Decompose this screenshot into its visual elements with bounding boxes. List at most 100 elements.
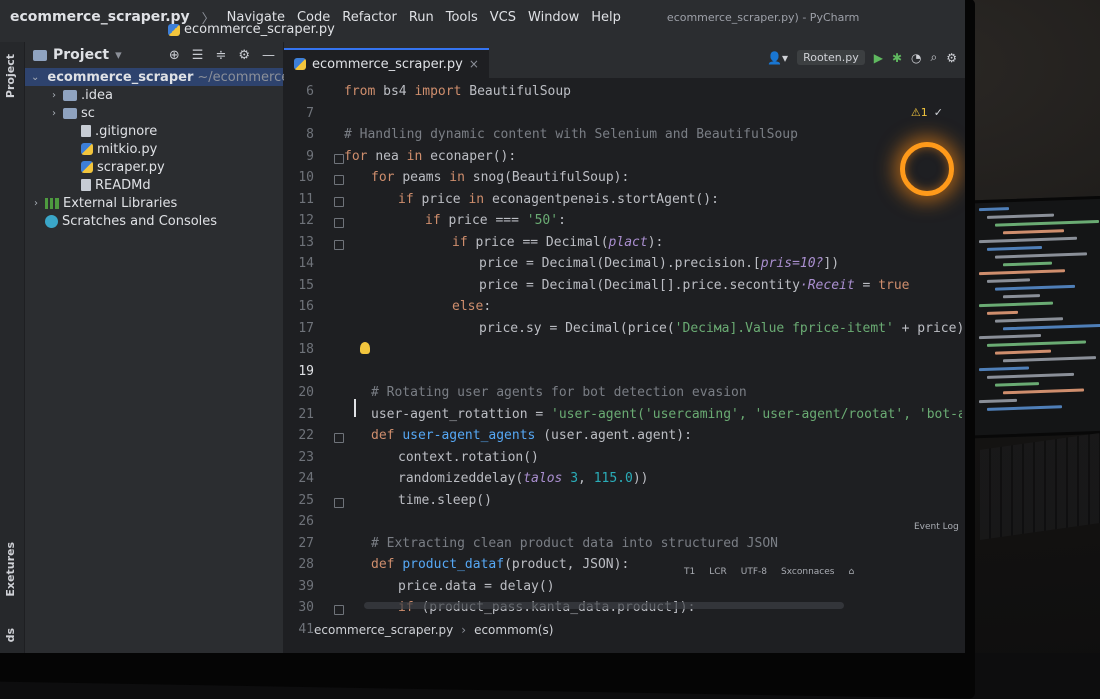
secondary-code-line [987, 213, 1054, 219]
code-token: price.sy = Decimal(price( [479, 320, 675, 336]
tree-item[interactable]: ⌄ ecommerce_scraper ~/ecommerce_ [25, 68, 296, 86]
line-number[interactable]: 20 [290, 385, 314, 400]
line-number[interactable]: 22 [290, 428, 314, 443]
status-item[interactable]: Sxconnaces [781, 567, 834, 577]
expand-all-icon[interactable]: ☰ [192, 48, 204, 63]
tree-item-label: .gitignore [95, 123, 158, 139]
line-number[interactable]: 9 [290, 149, 314, 164]
run-icon[interactable]: ▶ [874, 51, 883, 65]
chevron-down-icon[interactable]: ▾ [115, 48, 122, 63]
status-item[interactable]: ⌂ [848, 567, 854, 577]
tab-ecommerce-scraper[interactable]: ecommerce_scraper.py × [284, 48, 489, 78]
line-number[interactable]: 27 [290, 536, 314, 551]
code-line: if price in econagentpenəis.stortAgent()… [398, 192, 719, 207]
nav-breadcrumb-file[interactable]: ecommerce_scraper.py [184, 22, 335, 37]
search-icon[interactable]: ⌕ [931, 50, 938, 65]
lightbulb-icon[interactable] [360, 342, 370, 354]
settings-icon[interactable]: ⚙ [946, 51, 957, 65]
menu-help[interactable]: Help [591, 10, 621, 25]
line-number[interactable]: 25 [290, 493, 314, 508]
line-number[interactable]: 10 [290, 170, 314, 185]
code-token: talos [523, 471, 571, 486]
breadcrumb-separator: › [461, 623, 467, 637]
code-token: 'Deciмa].Value fprice-itemt' [674, 320, 894, 336]
code-token: ): [647, 234, 664, 250]
tree-item[interactable]: › External Libraries [25, 194, 283, 212]
tree-item[interactable]: READMd [25, 176, 283, 194]
horizontal-scrollbar[interactable] [364, 602, 844, 609]
line-number[interactable]: 7 [290, 106, 314, 121]
secondary-code-line [979, 366, 1029, 372]
line-number[interactable]: 24 [290, 471, 314, 486]
status-item[interactable]: UTF-8 [741, 567, 767, 577]
menu-tools[interactable]: Tools [446, 10, 478, 25]
tree-item[interactable]: › .idea [25, 86, 283, 104]
line-number[interactable]: 13 [290, 235, 314, 250]
code-line: if price == Decimal(plact): [452, 235, 663, 250]
tree-item[interactable]: Scratches and Consoles [25, 212, 283, 230]
collapse-all-icon[interactable]: ≑ [215, 48, 226, 63]
debug-icon[interactable]: ✱ [892, 51, 902, 65]
line-number[interactable]: 19 [290, 364, 314, 379]
secondary-monitor [968, 195, 1100, 439]
line-number[interactable]: 28 [290, 557, 314, 572]
status-item[interactable]: LCR [709, 567, 727, 577]
line-number[interactable]: 6 [290, 84, 314, 99]
line-number[interactable]: 16 [290, 299, 314, 314]
tool-tab-project[interactable]: Project [4, 54, 17, 98]
line-number[interactable]: 15 [290, 278, 314, 293]
menu-refactor[interactable]: Refactor [342, 10, 397, 25]
tool-tab-favorites[interactable]: ds [4, 628, 17, 642]
close-icon[interactable]: × [469, 57, 479, 71]
tree-item[interactable]: mitkio.py [25, 140, 283, 158]
tree-item[interactable]: scraper.py [25, 158, 283, 176]
code-area[interactable]: from bs4 import BeautifulSoup # Handling … [342, 78, 962, 618]
breadcrumb-file[interactable]: ecommerce_scraper.py [314, 623, 453, 637]
tree-item[interactable]: › sc [25, 104, 283, 122]
run-config-select[interactable]: Rooten.py [797, 50, 865, 65]
status-bar: T1 LCR UTF-8 Sxconnaces ⌂ [684, 562, 854, 582]
breadcrumb-scope[interactable]: ecommom(s) [474, 623, 553, 637]
chevron-icon[interactable]: › [31, 198, 41, 209]
tool-tab-structure[interactable]: Exetures [4, 542, 17, 597]
status-item[interactable]: T1 [684, 567, 695, 577]
code-token: user-agent_agents [402, 428, 544, 443]
chevron-icon[interactable]: › [49, 90, 59, 101]
line-number[interactable]: 11 [290, 192, 314, 207]
project-panel-title[interactable]: Project [53, 47, 109, 63]
secondary-code-line [1003, 323, 1100, 331]
secondary-code-line [1003, 294, 1040, 299]
event-log-link[interactable]: Event Log [914, 522, 959, 532]
line-number[interactable]: 21 [290, 407, 314, 422]
line-number[interactable]: 12 [290, 213, 314, 228]
line-number[interactable]: 14 [290, 256, 314, 271]
gear-icon[interactable]: ⚙ [238, 48, 250, 63]
folder-icon [63, 107, 77, 119]
line-number[interactable]: 23 [290, 450, 314, 465]
window-file-crumb[interactable]: ecommerce_scraper.py [10, 9, 190, 25]
locate-icon[interactable]: ⊕ [169, 48, 180, 63]
hide-icon[interactable]: — [262, 48, 275, 63]
menu-run[interactable]: Run [409, 10, 434, 25]
user-icon[interactable]: 👤▾ [767, 51, 788, 65]
line-number[interactable]: 17 [290, 321, 314, 336]
secondary-code-line [979, 269, 1065, 276]
chevron-icon[interactable]: › [49, 108, 59, 119]
line-number[interactable]: 8 [290, 127, 314, 142]
line-number[interactable]: 39 [290, 579, 314, 594]
code-line: price = Decimal(Decimal).precision.[pris… [479, 256, 839, 271]
line-number[interactable]: 26 [290, 514, 314, 529]
line-number[interactable]: 41 [290, 622, 314, 637]
menu-window[interactable]: Window [528, 10, 579, 25]
secondary-code-line [979, 207, 1009, 212]
python-file-icon [168, 23, 180, 36]
code-line: context.rotation() [398, 450, 539, 465]
line-number[interactable]: 30 [290, 600, 314, 615]
tree-item[interactable]: .gitignore [25, 122, 283, 140]
menu-vcs[interactable]: VCS [490, 10, 516, 25]
chevron-icon[interactable]: ⌄ [31, 72, 39, 83]
file-icon [81, 179, 91, 191]
tree-item-label: scraper.py [97, 159, 165, 175]
coverage-icon[interactable]: ◔ [911, 51, 921, 65]
line-number[interactable]: 18 [290, 342, 314, 357]
